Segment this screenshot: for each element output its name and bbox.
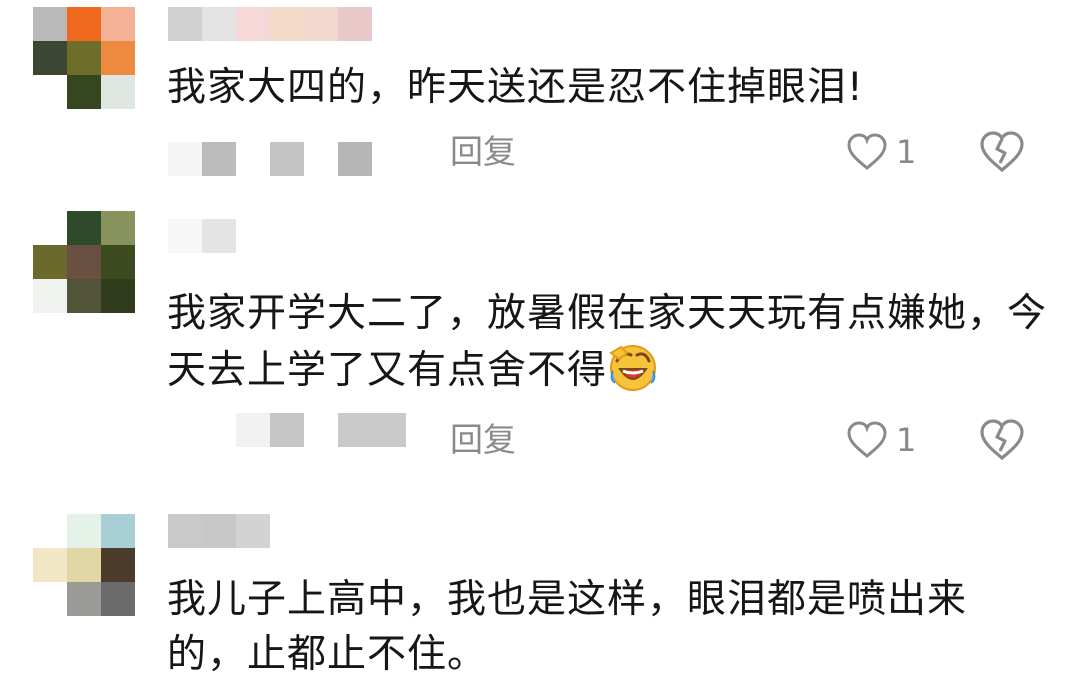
avatar-pixel bbox=[101, 7, 135, 41]
avatar-pixel bbox=[101, 245, 135, 279]
avatar-pixel bbox=[33, 245, 67, 279]
avatar-pixel bbox=[101, 548, 135, 582]
avatar-pixel bbox=[101, 279, 135, 313]
avatar-pixel bbox=[101, 211, 135, 245]
like-button[interactable]: 1 bbox=[846, 130, 916, 174]
avatar-pixel bbox=[67, 279, 101, 313]
username-redacted[interactable] bbox=[168, 7, 372, 41]
avatar-pixel bbox=[33, 41, 67, 75]
crying-laughing-emoji-icon bbox=[609, 345, 657, 391]
avatar[interactable] bbox=[33, 211, 135, 313]
heart-outline-icon bbox=[847, 133, 887, 170]
like-count: 1 bbox=[896, 133, 917, 171]
reply-button[interactable]: 回复 bbox=[450, 132, 516, 172]
like-button[interactable]: 1 bbox=[846, 418, 916, 462]
avatar-pixel bbox=[67, 245, 101, 279]
avatar-pixel bbox=[67, 41, 101, 75]
avatar-pixel bbox=[101, 514, 135, 548]
avatar-pixel bbox=[101, 41, 135, 75]
avatar-pixel bbox=[67, 582, 101, 616]
username-redacted[interactable] bbox=[168, 514, 270, 548]
avatar-pixel bbox=[67, 75, 101, 109]
comment-text: 我儿子上高中，我也是这样，眼泪都是喷出来的，止都止不住。 bbox=[167, 577, 968, 677]
dislike-button[interactable] bbox=[978, 418, 1026, 462]
avatar-pixel bbox=[33, 75, 67, 109]
avatar-pixel bbox=[33, 582, 67, 616]
username-redacted[interactable] bbox=[168, 219, 236, 253]
avatar[interactable] bbox=[33, 7, 135, 109]
avatar-pixel bbox=[67, 211, 101, 245]
avatar-pixel bbox=[33, 548, 67, 582]
broken-heart-icon bbox=[980, 131, 1024, 173]
reply-button[interactable]: 回复 bbox=[450, 420, 516, 460]
avatar-pixel bbox=[67, 514, 101, 548]
avatar[interactable] bbox=[33, 514, 135, 616]
heart-outline-icon bbox=[847, 421, 887, 458]
avatar-pixel bbox=[101, 75, 135, 109]
avatar-pixel bbox=[101, 582, 135, 616]
avatar-pixel bbox=[33, 514, 67, 548]
avatar-pixel bbox=[33, 211, 67, 245]
comment-text: 我家大四的，昨天送还是忍不住掉眼泪! bbox=[167, 65, 864, 110]
avatar-pixel bbox=[67, 548, 101, 582]
broken-heart-icon bbox=[980, 419, 1024, 461]
avatar-pixel bbox=[67, 7, 101, 41]
comment-text: 我家开学大二了，放暑假在家天天玩有点嫌她，今天去上学了又有点舍不得 bbox=[167, 286, 1047, 398]
like-count: 1 bbox=[896, 421, 917, 459]
avatar-pixel bbox=[33, 7, 67, 41]
avatar-pixel bbox=[33, 279, 67, 313]
dislike-button[interactable] bbox=[978, 130, 1026, 174]
